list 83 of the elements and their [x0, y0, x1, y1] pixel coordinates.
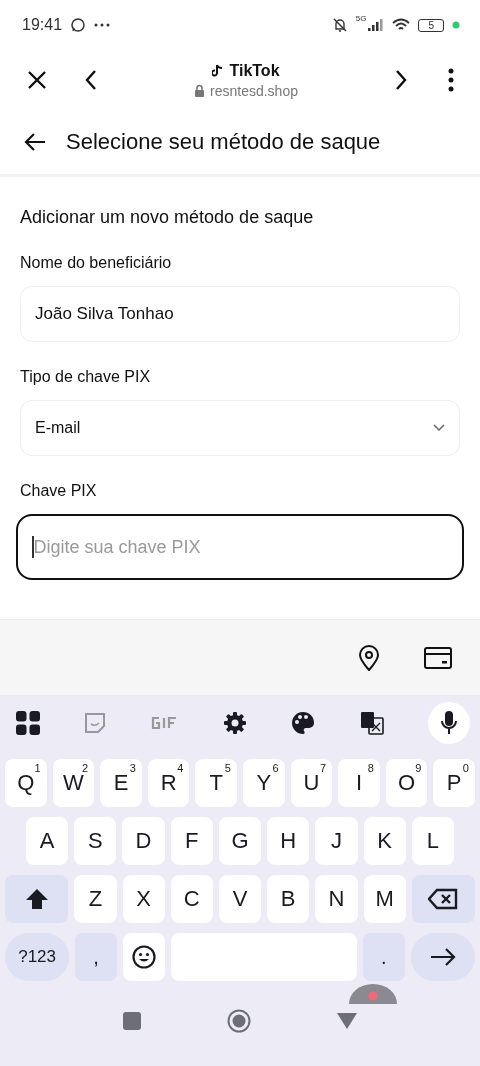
key[interactable]: X: [122, 875, 165, 923]
enter-key[interactable]: [410, 933, 475, 981]
chevron-down-icon: [433, 424, 445, 432]
backspace-icon: [428, 888, 459, 910]
card-icon[interactable]: [424, 646, 452, 669]
status-time: 19:41: [22, 16, 63, 34]
key[interactable]: Y $^{6}$: [242, 759, 285, 807]
key[interactable]: Q $^{1}$: [5, 759, 47, 807]
key[interactable]: O $^{9}$: [385, 759, 428, 807]
key[interactable]: K: [363, 817, 406, 865]
apps-grid-icon[interactable]: [16, 711, 40, 735]
section-title: Adicionar um novo método de saque: [20, 207, 315, 228]
key[interactable]: U $^{7}$: [290, 759, 333, 807]
backspace-key[interactable]: [411, 875, 475, 923]
shift-key[interactable]: [5, 875, 69, 923]
close-icon[interactable]: [26, 69, 48, 91]
back-arrow-icon[interactable]: [24, 132, 46, 152]
location-pin-icon[interactable]: [358, 644, 380, 671]
record-button[interactable]: [349, 984, 397, 1004]
key[interactable]: Z: [74, 875, 117, 923]
key[interactable]: F: [170, 817, 213, 865]
key-hint: 5: [224, 762, 231, 774]
key[interactable]: B: [267, 875, 310, 923]
key-hint: 8: [367, 762, 374, 774]
back-icon[interactable]: [84, 69, 98, 91]
key[interactable]: .: [363, 933, 405, 981]
lock-icon: [194, 84, 205, 97]
input-field[interactable]: João Silva Tonhao: [20, 286, 460, 342]
wifi-icon: [392, 18, 411, 32]
symbols-key[interactable]: ?123: [5, 933, 70, 981]
page-title: TikTok: [229, 61, 280, 80]
battery-indicator: 5: [418, 18, 444, 32]
url-text: resntesd.shop: [210, 82, 298, 99]
forward-icon[interactable]: [394, 69, 408, 91]
field-label: Nome do beneficiário: [20, 254, 173, 272]
key[interactable]: H: [267, 817, 310, 865]
menu-icon[interactable]: [448, 68, 454, 92]
key[interactable]: V: [218, 875, 262, 923]
microphone-icon: [440, 711, 457, 735]
back-triangle-icon[interactable]: [337, 1012, 357, 1029]
header-title: Selecione seu método de saque: [66, 129, 381, 155]
dropdown-field[interactable]: E-mail: [20, 400, 460, 456]
key-hint: 9: [415, 762, 422, 774]
key-hint: 3: [129, 762, 136, 774]
key-hint: 1: [34, 762, 41, 774]
note-icon: [212, 64, 224, 77]
key[interactable]: C: [170, 875, 213, 923]
emoji-key[interactable]: [123, 933, 165, 981]
smiley-icon: [131, 945, 156, 969]
key[interactable]: N: [315, 875, 358, 923]
field-label: Chave PIX: [20, 482, 98, 500]
key[interactable]: J: [315, 817, 358, 865]
home-icon[interactable]: [227, 1008, 251, 1033]
key[interactable]: R $^{4}$: [147, 759, 190, 807]
dropdown-value: E-mail: [35, 419, 81, 437]
key-hint: 7: [320, 762, 327, 774]
signal-icon: [368, 19, 385, 31]
key[interactable]: A: [26, 817, 69, 865]
key[interactable]: T $^{5}$: [195, 759, 237, 807]
key[interactable]: L: [411, 817, 454, 865]
key[interactable]: S: [74, 817, 117, 865]
key[interactable]: ,: [75, 933, 117, 981]
key-hint: 6: [272, 762, 279, 774]
key[interactable]: M: [363, 875, 406, 923]
more-icon: [94, 23, 111, 27]
microphone-button[interactable]: [427, 702, 470, 744]
key[interactable]: D: [122, 817, 165, 865]
key[interactable]: P $^{0}$: [433, 759, 475, 807]
key[interactable]: E $^{3}$: [100, 759, 142, 807]
network-label: 5G: [355, 14, 367, 23]
dot-icon: [452, 21, 460, 29]
muted-bell-icon: [331, 17, 348, 33]
field-label: Tipo de chave PIX: [20, 368, 152, 386]
key[interactable]: W $^{2}$: [52, 759, 95, 807]
key-hint: 2: [82, 762, 89, 774]
recents-icon[interactable]: [123, 1011, 141, 1030]
shift-arrow-icon: [24, 888, 49, 910]
arrow-right-icon: [429, 948, 456, 966]
key-hint: 4: [177, 762, 184, 774]
palette-icon[interactable]: [291, 711, 316, 735]
key-hint: 0: [462, 762, 469, 774]
key[interactable]: I $^{8}$: [338, 759, 380, 807]
key[interactable]: G: [218, 817, 262, 865]
